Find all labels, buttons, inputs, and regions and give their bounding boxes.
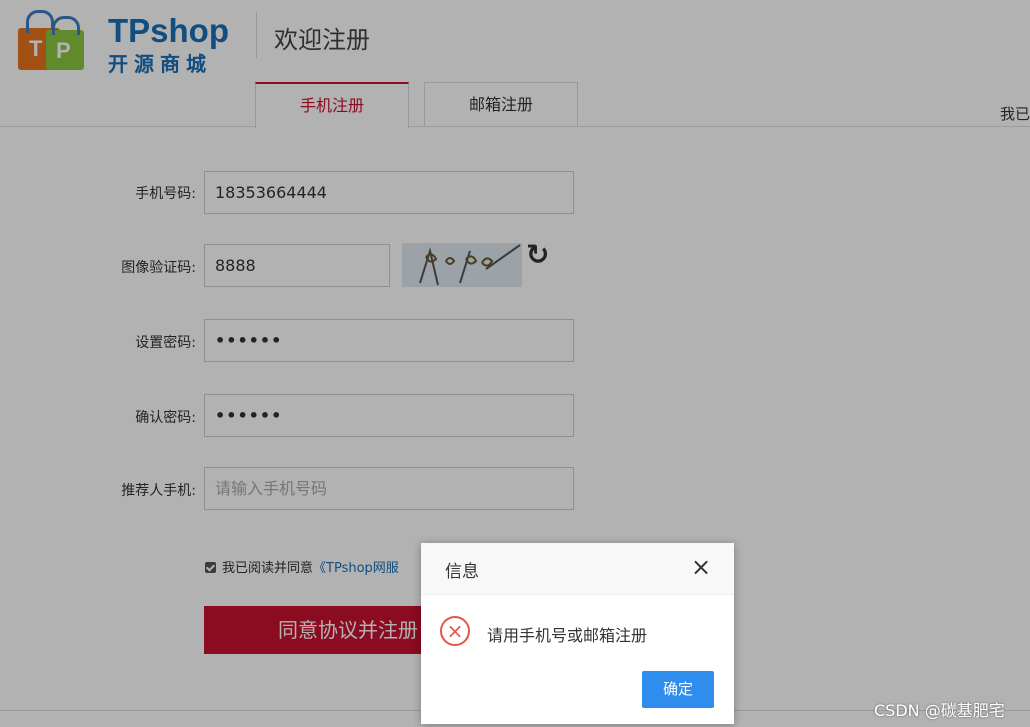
dialog-header: 信息 × — [421, 543, 734, 595]
dialog-message: 请用手机号或邮箱注册 — [487, 626, 648, 645]
confirm-button[interactable]: 确定 — [642, 671, 714, 708]
watermark: CSDN @碳基肥宅 — [874, 701, 1005, 720]
error-icon: × — [440, 616, 470, 646]
dialog-title: 信息 — [445, 562, 479, 582]
close-icon[interactable]: × — [691, 553, 711, 581]
info-dialog: 信息 × × 请用手机号或邮箱注册 确定 — [421, 543, 734, 724]
